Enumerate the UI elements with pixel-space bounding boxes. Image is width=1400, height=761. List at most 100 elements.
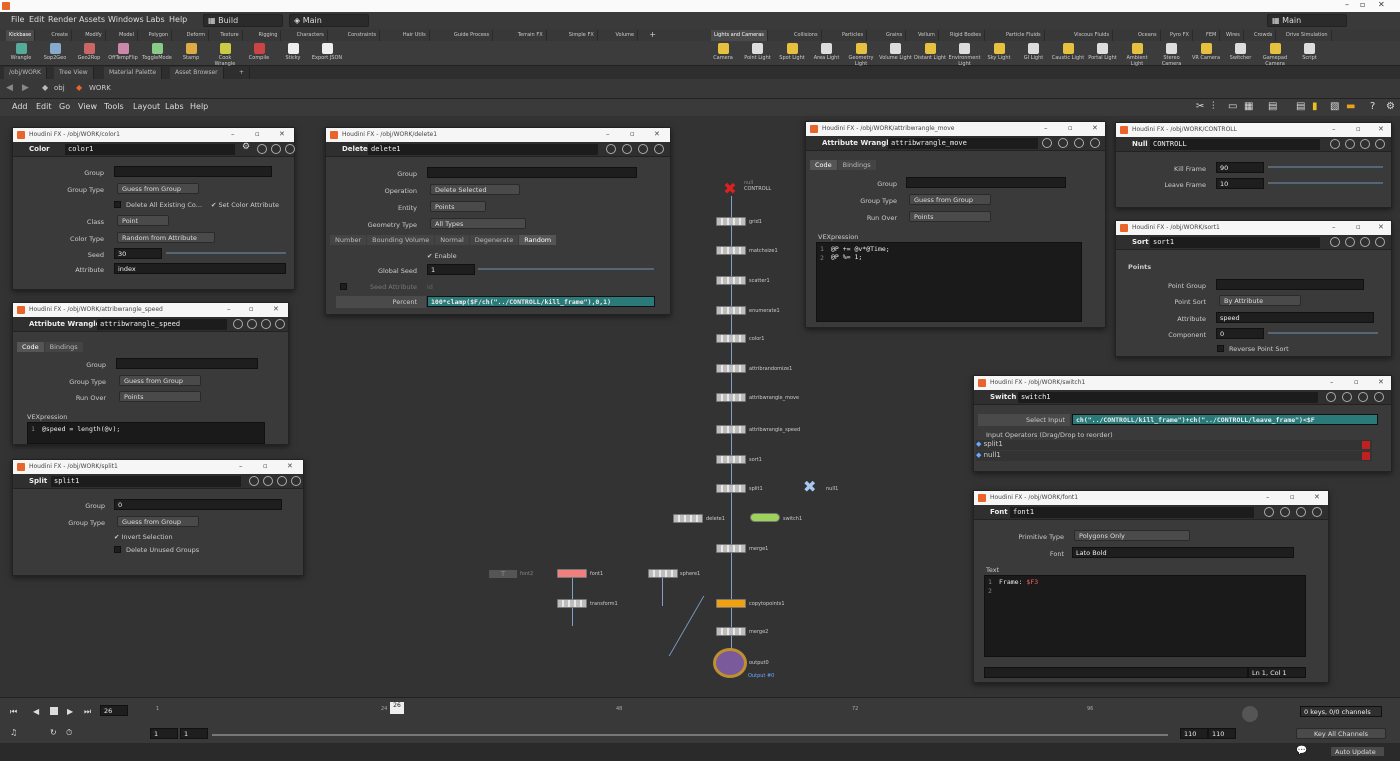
maximize-icon[interactable]: ▫ <box>1290 493 1295 501</box>
shelf-tab[interactable]: Viscous Fluids <box>1071 30 1114 41</box>
help-icon[interactable]: ? <box>1370 101 1375 112</box>
point-sort-menu[interactable]: By Attribute <box>1219 295 1301 306</box>
close-icon[interactable]: ✕ <box>654 130 660 138</box>
tab-code[interactable]: Code <box>17 342 44 352</box>
gear-icon[interactable] <box>1264 507 1274 517</box>
attribute-field[interactable]: index <box>114 263 286 274</box>
tab-bounding-volume[interactable]: Bounding Volume <box>367 235 435 245</box>
seed-slider[interactable] <box>166 252 286 254</box>
node-scatter1[interactable] <box>716 276 746 285</box>
close-icon[interactable]: ✕ <box>1378 125 1384 133</box>
delete-unused-checkbox[interactable] <box>114 546 121 553</box>
info-icon[interactable] <box>1360 237 1370 247</box>
remove-input-icon[interactable] <box>1362 441 1370 449</box>
search-icon[interactable] <box>247 319 257 329</box>
context-select[interactable]: ◈ Main <box>289 14 369 27</box>
note-icon[interactable]: ▮ <box>1312 101 1318 112</box>
help-icon[interactable] <box>1312 507 1322 517</box>
shelf-tab[interactable]: Texture <box>217 30 243 41</box>
help-icon[interactable] <box>1090 138 1100 148</box>
close-icon[interactable]: ✕ <box>1378 223 1384 231</box>
shelf-tool[interactable]: Environment Light <box>948 41 982 67</box>
net-menu-layout[interactable]: Layout <box>133 102 160 111</box>
search-icon[interactable] <box>1345 139 1355 149</box>
node-sort1[interactable] <box>716 455 746 464</box>
info-icon[interactable] <box>271 144 281 154</box>
shelf-tab[interactable]: Guide Process <box>451 30 494 41</box>
node-name-field[interactable]: sort1 <box>1150 237 1320 248</box>
maximize-icon[interactable]: ▫ <box>249 305 254 313</box>
search-icon[interactable] <box>263 476 273 486</box>
run-over-menu[interactable]: Points <box>119 391 201 402</box>
shelf-tool[interactable]: Distant Light <box>913 41 947 61</box>
range-slider[interactable] <box>212 734 1168 736</box>
shelf-tool[interactable]: Stamp <box>174 41 208 61</box>
play-icon[interactable]: ▶ <box>67 707 73 716</box>
node-transform1[interactable] <box>557 599 587 608</box>
tab-code[interactable]: Code <box>810 160 837 170</box>
shelf-tab[interactable]: Particles <box>839 30 868 41</box>
input-row[interactable]: ◆ null1 <box>976 451 1372 461</box>
shelf-tab[interactable]: Wires <box>1223 30 1244 41</box>
shelf-tool[interactable]: Stereo Camera <box>1155 41 1189 67</box>
shelf-tool[interactable]: Area Light <box>810 41 844 61</box>
jump-end-icon[interactable]: ⏭ <box>84 707 91 717</box>
component-slider[interactable] <box>1268 332 1378 334</box>
maximize-icon[interactable]: ▫ <box>1068 124 1073 132</box>
shelf-tool[interactable]: Sticky <box>276 41 310 61</box>
class-menu[interactable]: Point <box>117 215 169 226</box>
group-field[interactable] <box>427 167 637 178</box>
close-icon[interactable]: ✕ <box>1378 378 1384 386</box>
node-attribwrangle-speed[interactable] <box>716 425 746 434</box>
grid-icon[interactable]: ▦ <box>1244 101 1253 112</box>
info-icon[interactable] <box>261 319 271 329</box>
minimize-icon[interactable]: – <box>239 462 243 470</box>
maximize-icon[interactable]: ▫ <box>1360 0 1365 9</box>
group-type-menu[interactable]: Guess from Group <box>119 375 201 386</box>
help-icon[interactable] <box>291 476 301 486</box>
help-icon[interactable] <box>285 144 295 154</box>
layout-icon[interactable]: ▭ <box>1228 101 1237 112</box>
range-start-field-2[interactable]: 1 <box>180 728 208 739</box>
auto-update-button[interactable]: Auto Update <box>1330 746 1385 757</box>
key-icon[interactable] <box>1242 706 1258 722</box>
tab-tree-view[interactable]: Tree View <box>54 67 94 79</box>
table-icon[interactable]: ▤ <box>1268 101 1277 112</box>
help-icon[interactable] <box>275 319 285 329</box>
delete-all-checkbox[interactable] <box>114 201 121 208</box>
menu-edit[interactable]: Edit <box>29 15 45 24</box>
percent-expression-field[interactable]: 100*clamp($F/ch("../CONTROLL/kill_frame"… <box>427 296 655 307</box>
search-icon[interactable] <box>1345 237 1355 247</box>
range-end-field[interactable]: 110 <box>1180 728 1208 739</box>
remove-input-icon[interactable] <box>1362 452 1370 460</box>
group-field[interactable] <box>114 166 272 177</box>
group-field[interactable] <box>116 358 258 369</box>
entity-menu[interactable]: Points <box>430 201 486 212</box>
info-icon[interactable] <box>277 476 287 486</box>
minimize-icon[interactable]: – <box>1332 223 1336 231</box>
shelf-tab[interactable]: Constraints <box>345 30 381 41</box>
gear-icon[interactable] <box>1042 138 1052 148</box>
gear-icon[interactable] <box>1330 237 1340 247</box>
node-name-field[interactable]: color1 <box>65 144 235 155</box>
close-icon[interactable]: ✕ <box>273 305 279 313</box>
desktop-select[interactable]: ▦ Build <box>203 14 283 27</box>
gear-icon[interactable]: ⚙ <box>242 142 252 152</box>
shelf-tool[interactable]: Spot Light <box>775 41 809 61</box>
shelf-tool[interactable]: Ambient Light <box>1120 41 1154 67</box>
menu-windows[interactable]: Windows <box>108 15 144 24</box>
shelf-tab[interactable]: Hair Utils <box>400 30 430 41</box>
menu-render[interactable]: Render <box>48 15 76 24</box>
node-matchsize1[interactable] <box>716 246 746 255</box>
node-attribrandomize1[interactable] <box>716 364 746 373</box>
node-name-field[interactable]: attribwrangle_speed <box>97 319 227 330</box>
node-output0[interactable] <box>713 648 747 678</box>
timeline-ruler[interactable]: 1 24 48 72 96 26 <box>156 702 1232 722</box>
net-menu-labs[interactable]: Labs <box>165 102 184 111</box>
jump-start-icon[interactable]: ⏮ <box>10 707 17 717</box>
gear-icon[interactable] <box>1326 392 1336 402</box>
tab-normal[interactable]: Normal <box>435 235 469 245</box>
attribute-field[interactable]: speed <box>1216 312 1374 323</box>
search-icon[interactable] <box>1058 138 1068 148</box>
range-end-field-2[interactable]: 110 <box>1208 728 1236 739</box>
